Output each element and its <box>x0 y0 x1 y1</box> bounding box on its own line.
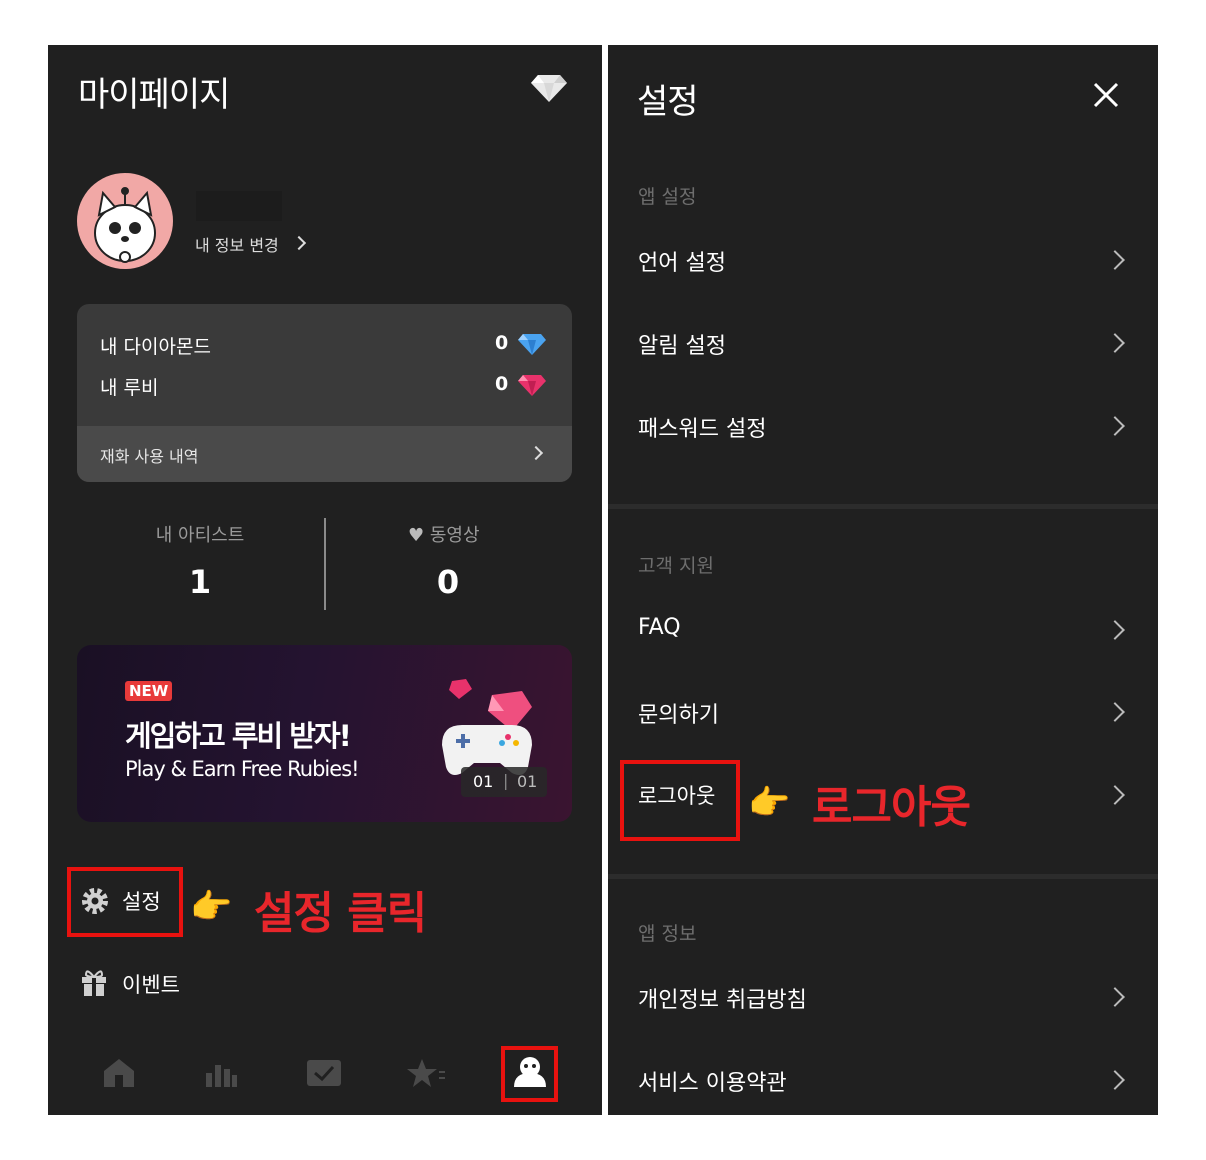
language-settings-row[interactable]: 언어 설정 <box>608 231 1158 291</box>
home-icon[interactable] <box>102 1057 136 1093</box>
gift-icon <box>80 967 108 1001</box>
logout-highlight-box <box>620 760 740 841</box>
edit-profile-label: 내 정보 변경 <box>195 236 279 255</box>
currency-card: 내 다이아몬드 0 내 루비 0 재화 사용 내역 <box>77 304 572 482</box>
pointing-hand-icon: 👉 <box>190 887 233 927</box>
mypage-screen: 마이페이지 내 정보 변경 내 다이아몬드 0 내 루비 0 재화 사용 내역 … <box>48 45 602 1115</box>
heart-icon: ♥ <box>408 525 425 546</box>
ruby-label: 내 루비 <box>100 377 159 399</box>
chevron-right-icon <box>1105 987 1125 1007</box>
chevron-right-icon <box>1105 620 1125 640</box>
chevron-right-icon <box>1105 702 1125 722</box>
check-icon[interactable] <box>306 1059 342 1091</box>
faq-row[interactable]: FAQ <box>608 601 1158 661</box>
diamond-label: 내 다이아몬드 <box>100 336 211 358</box>
row-label: FAQ <box>638 615 681 640</box>
section-divider <box>608 874 1158 879</box>
currency-history-row[interactable]: 재화 사용 내역 <box>77 426 572 482</box>
diamond-value: 0 <box>495 332 509 354</box>
terms-of-service-row[interactable]: 서비스 이용약관 <box>608 1051 1158 1111</box>
chevron-right-icon <box>1105 250 1125 270</box>
events-menu-item[interactable]: 이벤트 <box>122 969 180 999</box>
liked-videos-label-group: ♥ 동영상 <box>408 521 528 547</box>
banner-page-indicator: 01 | 01 <box>461 767 547 797</box>
liked-videos-count[interactable]: 0 <box>348 563 548 601</box>
section-label-app-settings: 앱 설정 <box>638 186 697 208</box>
chevron-right-icon <box>1105 785 1125 805</box>
settings-title: 설정 <box>637 82 699 122</box>
settings-highlight-box <box>67 867 183 937</box>
chart-icon[interactable] <box>204 1059 238 1093</box>
notification-settings-row[interactable]: 알림 설정 <box>608 314 1158 374</box>
chevron-right-icon <box>528 445 544 461</box>
ruby-icon <box>517 373 547 401</box>
my-artist-label: 내 아티스트 <box>155 525 245 546</box>
chevron-right-icon <box>1105 1070 1125 1090</box>
chevron-right-icon <box>291 235 307 251</box>
stats-divider <box>324 518 326 610</box>
my-artist-count[interactable]: 1 <box>96 563 304 601</box>
blue-diamond-icon <box>517 332 547 360</box>
banner-page-total: 01 <box>517 772 538 791</box>
row-label: 알림 설정 <box>638 334 726 359</box>
logout-annotation: 로그아웃 <box>812 782 971 833</box>
close-icon[interactable] <box>1092 81 1120 113</box>
username-redacted <box>196 191 282 221</box>
diamond-icon[interactable] <box>530 73 568 107</box>
row-label: 서비스 이용약관 <box>638 1071 787 1096</box>
chevron-right-icon <box>1105 333 1125 353</box>
settings-annotation: 설정 클릭 <box>254 888 427 939</box>
row-label: 패스워드 설정 <box>638 417 767 442</box>
currency-history-label: 재화 사용 내역 <box>100 447 199 466</box>
privacy-policy-row[interactable]: 개인정보 취급방침 <box>608 968 1158 1028</box>
star-icon[interactable] <box>406 1057 448 1093</box>
avatar[interactable] <box>77 173 173 269</box>
game-banner[interactable]: NEW 게임하고 루비 받자! Play & Earn Free Rubies!… <box>77 645 572 822</box>
edit-profile-link[interactable]: 내 정보 변경 <box>195 232 279 256</box>
settings-screen: 설정 앱 설정 언어 설정 알림 설정 패스워드 설정 고객 지원 FAQ 문의… <box>608 45 1158 1115</box>
ruby-value: 0 <box>495 373 509 395</box>
row-label: 개인정보 취급방침 <box>638 988 807 1013</box>
inquiry-row[interactable]: 문의하기 <box>608 683 1158 743</box>
section-label-support: 고객 지원 <box>638 555 714 577</box>
row-label: 언어 설정 <box>638 251 726 276</box>
liked-videos-label: 동영상 <box>429 525 480 546</box>
page-title: 마이페이지 <box>78 75 230 115</box>
pointing-hand-icon: 👉 <box>748 783 791 823</box>
new-badge: NEW <box>125 681 173 701</box>
page-separator: | <box>503 771 509 790</box>
banner-page-current: 01 <box>473 772 494 791</box>
profile-tab-highlight-box <box>501 1046 558 1102</box>
section-label-app-info: 앱 정보 <box>638 923 697 945</box>
chevron-right-icon <box>1105 416 1125 436</box>
section-divider <box>608 504 1158 509</box>
password-settings-row[interactable]: 패스워드 설정 <box>608 397 1158 457</box>
row-label: 문의하기 <box>638 703 719 728</box>
banner-subline: Play & Earn Free Rubies! <box>125 757 360 781</box>
banner-headline: 게임하고 루비 받자! <box>125 719 352 753</box>
